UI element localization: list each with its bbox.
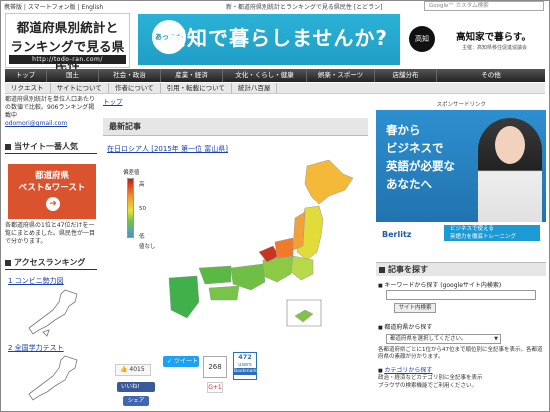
share-buttons: 👍 4015 ✓ ツイート 268 472 users Bookmark いいね… <box>115 350 375 410</box>
find-articles-heading: 記事を探す <box>376 262 546 276</box>
hokuriku-shape <box>274 237 294 259</box>
keyword-search-label: キーワードから探す (googleサイト内検索) <box>378 280 501 289</box>
smartphone-link[interactable]: スマートフォン版 <box>28 4 76 11</box>
sponsored-label: スポンサードリンク <box>436 102 486 108</box>
twitter-icon: ✓ <box>167 358 173 365</box>
prefecture-note: 各都道府県ごとに1位から47位まで順位別に全記事を表示。各都道府県の素顔が分かり… <box>378 347 543 360</box>
banner-subtitle: 主催：高知県移住促進協議会 <box>461 45 527 51</box>
best-worst-banner[interactable]: 都道府県 ベスト&ワースト ➜ <box>8 164 96 219</box>
subnav-stat-shop[interactable]: 統計八百屋 <box>232 83 278 93</box>
site-intro: 都道府県別統計を単位人口あたりの数値で比較。906ランキング掲載中 <box>5 96 96 119</box>
facebook-share-button[interactable]: シェア <box>123 396 149 406</box>
banner-headline: 高知で暮らしませんか? <box>166 26 389 50</box>
mobile-link[interactable]: 携帯版 <box>4 4 22 11</box>
subnav-about-site[interactable]: サイトについて <box>51 83 109 93</box>
category-search-row: カテゴリから探す <box>378 365 432 374</box>
access-ranking-heading: アクセスランキング <box>5 256 97 270</box>
hokkaido-shape <box>304 159 354 205</box>
kochi-seal-icon: 高知 <box>409 26 435 52</box>
ranking-item-1[interactable]: 1 コンビニ勢力図 <box>8 276 64 286</box>
ad-line1: 春から <box>386 123 421 137</box>
chugoku-shape <box>198 265 232 285</box>
hatena-bookmark-button[interactable]: 472 users Bookmark <box>233 352 257 380</box>
nav-society[interactable]: 社会・政治 <box>99 69 161 82</box>
tweet-count: 268 <box>203 356 227 378</box>
facebook-like-button[interactable]: いいね! <box>117 382 155 392</box>
category-note-2: ブラウザの検索機能でご利用ください。 <box>378 383 478 389</box>
tweet-button[interactable]: ✓ ツイート <box>163 356 199 367</box>
site-tagline: 新・都道府県別統計とランキングで見る県民性 [とどラン] <box>226 4 383 11</box>
article-link[interactable]: 在日ロシア人 [2015年 第一位 富山県] <box>107 144 228 154</box>
nav-top[interactable]: トップ <box>5 69 47 82</box>
prefecture-select[interactable]: 都道府県を選択してください。 ▼ <box>386 334 501 344</box>
sub-nav: リクエスト サイトについて 作者について 引用・転載について 統計八百屋 <box>5 83 545 94</box>
category-note: 政治・経済などカテゴリ別に全記事を表示 <box>378 375 483 381</box>
english-link[interactable]: English <box>82 4 104 11</box>
berlitz-logo: Berlitz <box>382 230 412 239</box>
japan-choropleth-map[interactable]: 偏差値 高 50 低 値なし <box>107 156 367 346</box>
left-sidebar: 都道府県別統計を単位人口あたりの数値で比較。906ランキング掲載中 odomor… <box>5 96 97 401</box>
tohoku-west-shape <box>292 211 306 251</box>
logo-url: http://todo-ran.com/ <box>9 55 126 64</box>
berlitz-ad[interactable]: 春から ビジネスで 英語が必要な あなたへ Berlitz ビジネスで使える 英… <box>376 110 546 244</box>
google-plus-button[interactable]: G+1 <box>207 382 223 393</box>
hatena-bookmark-label: Bookmark <box>234 368 257 375</box>
main-content: トップ 最新記事 在日ロシア人 [2015年 第一位 富山県] 偏差値 高 50… <box>103 96 370 406</box>
best-line2: ベスト&ワースト <box>18 183 86 193</box>
best-worst-description: 各都道府県の1位と47位だけを一覧にまとめました。県民性が一目で分かります。 <box>5 222 96 245</box>
nav-culture[interactable]: 文化・くらし・健康 <box>223 69 307 82</box>
banner-title: 高知家で暮らす。 <box>456 32 531 43</box>
popular-heading: 当サイト一番人気 <box>5 140 97 154</box>
ad-cta-line1: ビジネスで使える <box>450 226 494 232</box>
ranking-2-thumbnail[interactable] <box>25 354 85 404</box>
logo-line1: 都道府県別統計と <box>16 20 119 35</box>
top-links: 携帯版 | スマートフォン版 | English <box>4 4 104 11</box>
latest-articles-heading: 最新記事 <box>103 118 368 136</box>
ad-cta-button[interactable]: ビジネスで使える 英語力を徹底トレーニング <box>444 225 540 241</box>
site-search-input[interactable] <box>386 290 536 300</box>
kanto-shape <box>290 255 314 281</box>
hatena-count: 472 <box>238 353 252 361</box>
subnav-citation[interactable]: 引用・転載について <box>161 83 232 93</box>
google-search-input[interactable]: Google™ カスタム検索 <box>424 1 544 11</box>
prefecture-search-label: 都道府県から探す <box>378 322 432 331</box>
arrow-right-icon: ➜ <box>46 197 60 211</box>
ad-line2: ビジネスで <box>386 141 444 155</box>
nav-other[interactable]: その他 <box>437 69 545 82</box>
category-search-link[interactable]: カテゴリから探す <box>384 367 432 374</box>
nav-land[interactable]: 国土 <box>47 69 99 82</box>
ad-person-face <box>495 126 525 164</box>
tweet-label: ツイート <box>173 358 198 365</box>
breadcrumb[interactable]: トップ <box>103 96 370 106</box>
main-nav: トップ 国土 社会・政治 産業・経済 文化・くらし・健康 娯楽・スポーツ 店舗分… <box>5 69 545 82</box>
site-search-button[interactable]: サイト内検索 <box>394 303 436 313</box>
nav-industry[interactable]: 産業・経済 <box>161 69 223 82</box>
best-line1: 都道府県 <box>34 171 69 181</box>
like-count-button[interactable]: 👍 4015 <box>115 364 151 376</box>
ranking-item-2[interactable]: 2 全国学力テスト <box>8 343 64 353</box>
nav-leisure[interactable]: 娯楽・スポーツ <box>307 69 375 82</box>
nav-stores[interactable]: 店舗分布 <box>375 69 437 82</box>
subnav-about-author[interactable]: 作者について <box>109 83 161 93</box>
ranking-1-thumbnail[interactable] <box>25 288 85 338</box>
thumbs-up-icon: 👍 <box>120 366 128 373</box>
top-bar: 携帯版 | スマートフォン版 | English 新・都道府県別統計とランキング… <box>4 1 546 12</box>
like-count: 4015 <box>129 366 145 373</box>
shikoku-shape <box>208 285 240 301</box>
prefecture-select-value: 都道府県を選択してください。 <box>390 336 467 342</box>
ad-line3: 英語が必要な <box>386 159 455 173</box>
kochi-banner-ad[interactable]: あったか 高知で暮らしませんか? 高知 高知家で暮らす。 主催：高知県移住促進協… <box>138 14 545 65</box>
contact-email-link[interactable]: odomori@gmail.com <box>5 120 97 127</box>
okinawa-shape <box>294 309 314 323</box>
site-logo[interactable]: 都道府県別統計と ランキングで見る県民性 http://todo-ran.com… <box>5 13 130 73</box>
japan-map-svg <box>168 159 354 327</box>
subnav-request[interactable]: リクエスト <box>5 83 51 93</box>
ad-cta-line2: 英語力を徹底トレーニング <box>450 234 517 240</box>
chevron-down-icon: ▼ <box>494 336 498 342</box>
kyushu-shape <box>168 275 200 319</box>
ad-line4: あなたへ <box>386 177 432 191</box>
